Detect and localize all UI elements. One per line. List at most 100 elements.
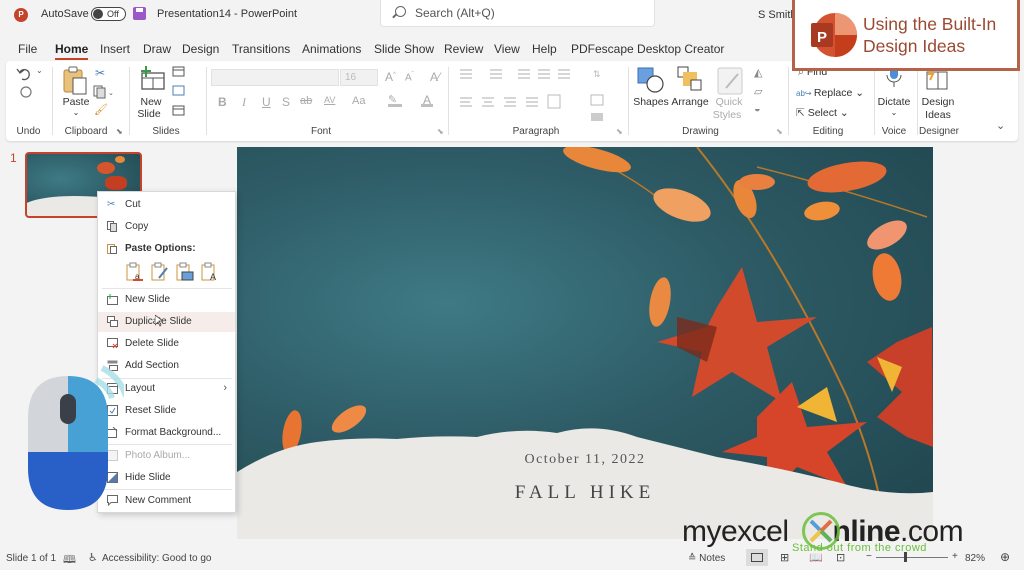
new-slide-icon [107,294,118,305]
clipboard-launcher-icon[interactable]: ⬊ [116,127,123,136]
paste-use-destination-theme-icon[interactable]: a [126,262,144,282]
paragraph-launcher-icon[interactable]: ⬊ [616,127,623,136]
undo-icon[interactable] [16,65,38,99]
italic-button[interactable]: I [242,95,246,110]
select-cursor-icon: ⇱ [796,107,808,119]
underline-button[interactable]: U [262,95,271,109]
tab-pdfescape[interactable]: PDFescape Desktop Creator [571,42,724,56]
autosave-toggle[interactable]: Off [91,7,126,21]
menu-item-label: Hide Slide [125,472,171,483]
accessibility-status[interactable]: Accessibility: Good to go [102,553,212,564]
menu-item-duplicate-slide[interactable]: Duplicate Slide [98,312,235,332]
highlight-color-icon[interactable]: ✎ [388,93,402,107]
menu-item-paste-options-header: Paste Options: [98,239,235,259]
slide-number: 1 [10,151,17,165]
shape-fill-icon[interactable]: ◭ [754,66,762,79]
slide-canvas[interactable]: October 11, 2022 FALL HIKE [237,147,933,539]
group-label-editing: Editing [812,126,844,137]
shape-effects-icon[interactable]: ◒ [754,103,761,115]
fit-slide-icon[interactable]: ⊕ [1000,550,1010,564]
tab-view[interactable]: View [494,42,520,56]
normal-view-button[interactable] [746,549,768,566]
slide-sorter-view-icon[interactable]: ⊞ [780,551,789,564]
mouse-click-overlay-icon [28,365,124,510]
zoom-slider-track[interactable] [876,557,948,558]
character-spacing-button[interactable]: AV [324,95,335,105]
clear-formatting-icon[interactable]: A⁄ [430,70,440,84]
copy-icon[interactable]: ⌄ [93,85,113,99]
tab-animations[interactable]: Animations [302,42,361,56]
font-launcher-icon[interactable]: ⬊ [437,127,444,136]
myexcelonline-watermark: myexcel nline.com Stand out from the crow… [682,512,964,554]
tab-draw[interactable]: Draw [143,42,171,56]
font-name-dropdown[interactable] [211,69,339,86]
group-label-paragraph: Paragraph [512,126,560,137]
menu-item-label: New Comment [125,495,192,506]
spelling-check-icon[interactable]: 🕮 [63,551,76,570]
slide-date-text[interactable]: October 11, 2022 [237,452,933,468]
menu-item-label: Delete Slide [125,338,179,349]
zoom-in-button[interactable]: + [952,551,958,562]
save-icon[interactable] [133,7,146,20]
zoom-level[interactable]: 82% [965,553,985,564]
shapes-label: Shapes [633,96,669,108]
shadow-button[interactable]: ab [300,95,312,107]
select-button[interactable]: ⇱ Select ⌄ [796,107,849,119]
slide-artwork [237,147,933,539]
search-box[interactable]: Search (Alt+Q) [380,0,655,27]
svg-text:⌄: ⌄ [108,90,113,97]
tab-design[interactable]: Design [182,42,219,56]
menu-item-label: Copy [125,221,149,232]
menu-item-label: Paste Options: [125,243,196,254]
svg-text:⇅: ⇅ [593,69,601,79]
drawing-launcher-icon[interactable]: ⬊ [776,127,783,136]
accessibility-icon[interactable]: ♿ [88,551,98,564]
replace-button[interactable]: ab↪ Replace ⌄ [796,87,864,99]
tab-transitions[interactable]: Transitions [232,42,290,56]
watermark-brand-a: myexcel [682,515,789,548]
menu-item-cut[interactable]: ✂ Cut [98,195,235,215]
collapse-ribbon-icon[interactable]: ⌄ [996,119,1005,132]
user-name[interactable]: S Smith [758,9,797,21]
undo-dropdown-icon[interactable]: ⌄ [36,66,43,75]
scissors-icon: ✂ [107,199,116,210]
paragraph-tools[interactable]: ⇅ [458,67,608,122]
tab-slide-show[interactable]: Slide Show [374,42,434,56]
svg-text:P: P [817,29,827,46]
paste-keep-source-formatting-icon[interactable] [151,262,169,282]
slide-title-text[interactable]: FALL HIKE [237,482,933,504]
normal-view-icon [751,553,763,562]
format-painter-icon[interactable]: 🖌 [94,103,108,116]
tab-insert[interactable]: Insert [100,42,130,56]
menu-item-copy[interactable]: Copy [98,217,235,237]
design-ideas-label-line2: Ideas [925,109,951,121]
paste-keep-text-only-icon[interactable]: A [201,262,219,282]
callout-line-1: Using the Built-In [863,14,997,34]
paste-picture-icon[interactable] [176,262,194,282]
font-size-dropdown[interactable]: 16 [340,69,378,86]
slide-layout-tools[interactable] [172,66,194,120]
strikethrough-button[interactable]: S [282,95,290,109]
shape-outline-icon[interactable]: ▱ [754,85,762,98]
new-slide-label-line2: Slide [137,108,161,120]
increase-font-size-icon[interactable]: A^ [385,70,396,84]
tab-file[interactable]: File [18,42,37,56]
notes-button[interactable]: ≙ Notes [688,553,725,564]
tab-home[interactable]: Home [55,42,89,60]
tab-help[interactable]: Help [532,42,557,56]
notes-label: Notes [699,553,726,564]
tab-review[interactable]: Review [444,42,483,56]
menu-item-new-slide[interactable]: New Slide [98,290,235,310]
autosave-state: Off [107,9,119,19]
arrange-label: Arrange [671,96,709,108]
menu-item-delete-slide[interactable]: Delete Slide [98,334,235,354]
cut-icon[interactable]: ✂ [95,66,105,80]
dictate-label: Dictate [877,96,911,108]
watermark-tagline: Stand out from the crowd [792,542,927,554]
bold-button[interactable]: B [218,95,227,109]
font-color-icon[interactable]: A [421,93,433,107]
decrease-font-size-icon[interactable]: Aˇ [405,72,414,83]
clipboard-icon [107,244,117,254]
change-case-button[interactable]: Aa [352,95,365,107]
quick-styles-label-line1: Quick [715,96,743,108]
